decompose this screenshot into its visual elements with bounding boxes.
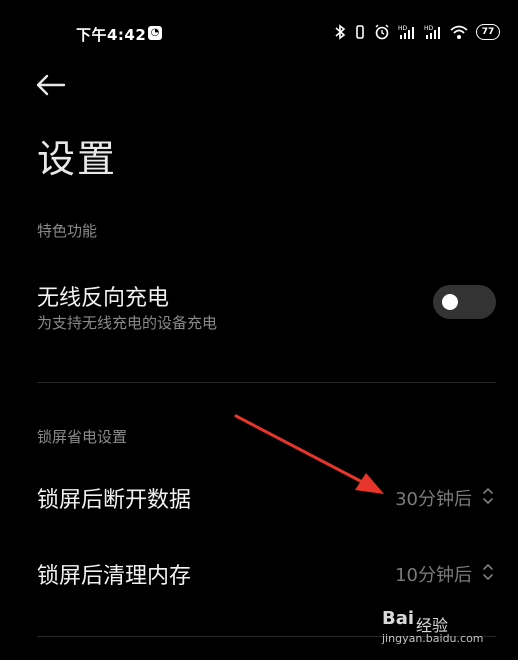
setting-subtitle: 为支持无线充电的设备充电 — [37, 314, 218, 332]
setting-wireless-reverse-charging[interactable]: 无线反向充电 为支持无线充电的设备充电 — [0, 272, 518, 344]
svg-text:HD: HD — [424, 25, 434, 32]
signal-hd-icon: HD — [424, 25, 440, 39]
watermark-url: jingyan.baidu.com — [382, 632, 484, 645]
back-button[interactable] — [34, 72, 68, 98]
chevron-up-down-icon[interactable] — [481, 485, 495, 507]
setting-disconnect-data-on-lock[interactable]: 锁屏后断开数据 30分钟后 — [0, 472, 518, 520]
setting-clear-memory-on-lock[interactable]: 锁屏后清理内存 10分钟后 — [0, 548, 518, 596]
status-time: 下午4:42 — [76, 26, 147, 44]
section-header-features: 特色功能 — [37, 222, 98, 240]
vibrate-icon — [356, 25, 364, 39]
bluetooth-icon — [335, 24, 346, 40]
arrow-left-icon — [36, 74, 66, 96]
baidu-jingyan-watermark: Bai 经验 jingyan.baidu.com — [382, 608, 502, 648]
battery-icon: 77 — [476, 24, 500, 40]
section-header-lockscreen-power: 锁屏省电设置 — [37, 428, 128, 446]
wifi-icon — [450, 25, 468, 39]
setting-title: 锁屏后清理内存 — [37, 564, 192, 589]
watermark-logo: Bai — [382, 608, 415, 629]
signal-hd-icon: HD — [398, 25, 414, 39]
alarm-icon — [375, 24, 389, 40]
page-title: 设置 — [37, 137, 118, 181]
setting-value[interactable]: 10分钟后 — [395, 561, 472, 587]
notification-app-icon: ◔ — [148, 26, 162, 40]
setting-value[interactable]: 30分钟后 — [395, 485, 472, 511]
wireless-reverse-charging-toggle[interactable] — [433, 285, 496, 319]
status-bar: 下午4:42 ◔ HD HD 77 — [0, 0, 518, 66]
toggle-knob — [442, 294, 458, 310]
chevron-up-down-icon[interactable] — [481, 561, 495, 583]
svg-text:HD: HD — [398, 25, 408, 32]
setting-title: 锁屏后断开数据 — [37, 488, 192, 513]
section-divider — [37, 382, 496, 383]
setting-title: 无线反向充电 — [37, 286, 170, 311]
status-icons: HD HD 77 — [334, 22, 500, 42]
